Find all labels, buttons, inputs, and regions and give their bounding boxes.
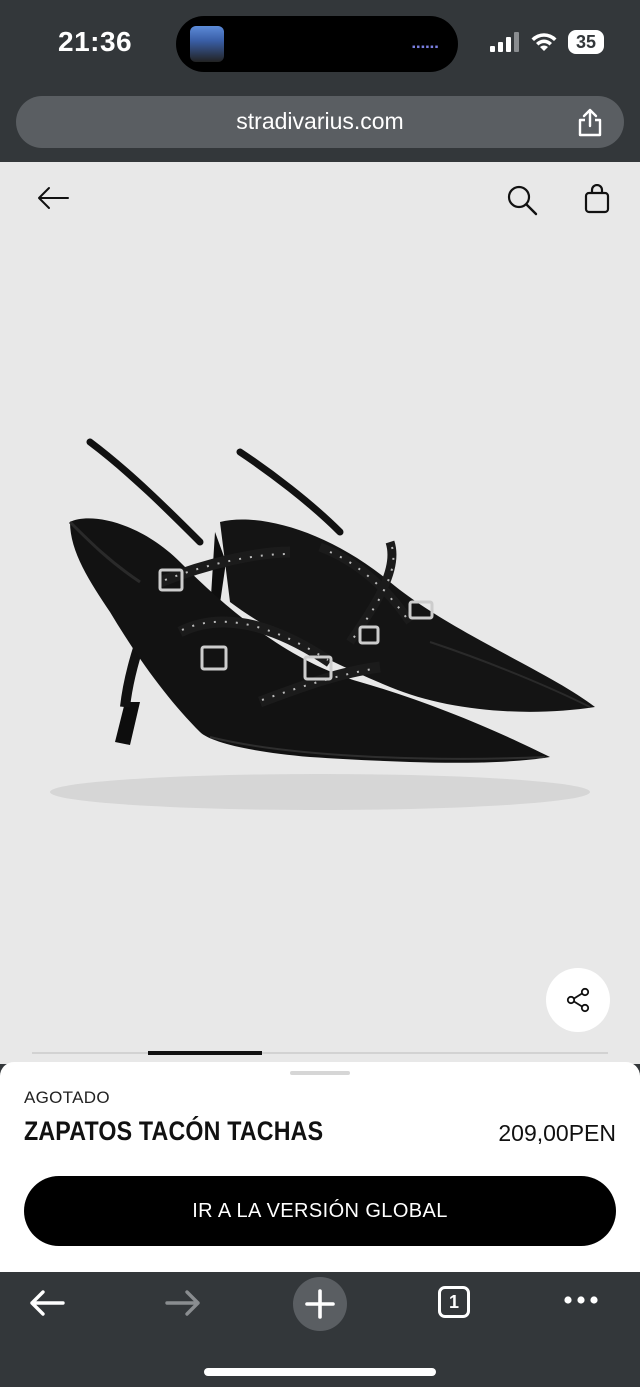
browser-toolbar: 1 — [0, 1272, 640, 1387]
shopping-bag-icon[interactable] — [584, 184, 610, 214]
product-page — [0, 162, 640, 1064]
global-version-button[interactable]: IR A LA VERSIÓN GLOBAL — [24, 1176, 616, 1246]
tabs-button[interactable]: 1 — [438, 1286, 470, 1318]
status-time: 21:36 — [58, 26, 133, 57]
sheet-handle[interactable] — [290, 1071, 350, 1075]
product-price: 209,00PEN — [498, 1120, 616, 1146]
dynamic-island: ▪▪▪▪▪▪ — [176, 16, 458, 72]
stock-status: AGOTADO — [24, 1088, 110, 1107]
product-name: ZAPATOS TACÓN TACHAS — [24, 1116, 324, 1146]
plus-icon — [305, 1289, 335, 1319]
product-sheet: AGOTADO ZAPATOS TACÓN TACHAS 209,00PEN I… — [0, 1062, 640, 1272]
share-product-button[interactable] — [546, 968, 610, 1032]
share-nodes-icon — [566, 987, 590, 1013]
now-playing-thumbnail — [190, 26, 224, 62]
battery-indicator: 35 — [567, 30, 604, 54]
home-indicator — [204, 1368, 436, 1376]
status-indicators: 35 — [489, 30, 604, 54]
new-tab-button[interactable] — [293, 1277, 347, 1331]
search-icon[interactable] — [506, 184, 538, 216]
url-text[interactable]: stradivarius.com — [16, 108, 624, 135]
gallery-progress-indicator — [148, 1051, 262, 1055]
forward-icon[interactable] — [164, 1288, 202, 1318]
more-icon[interactable] — [563, 1294, 599, 1306]
audio-wave-icon: ▪▪▪▪▪▪ — [412, 42, 440, 53]
signal-icon — [489, 32, 519, 52]
product-image[interactable] — [30, 412, 610, 832]
status-bar: 21:36 ▪▪▪▪▪▪ 35 — [0, 0, 640, 88]
back-arrow-icon[interactable] — [36, 186, 70, 210]
url-bar[interactable]: stradivarius.com — [16, 96, 624, 148]
gallery-progress — [32, 1051, 608, 1055]
share-icon[interactable] — [576, 108, 604, 138]
back-icon[interactable] — [28, 1288, 66, 1318]
wifi-icon — [531, 33, 557, 51]
